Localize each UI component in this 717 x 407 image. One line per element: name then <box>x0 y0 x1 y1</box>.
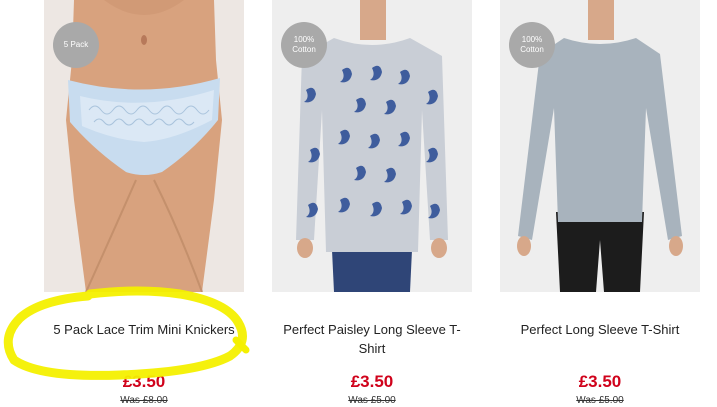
product-title[interactable]: Perfect Paisley Long Sleeve T-Shirt <box>272 320 472 358</box>
product-was-price: Was £5.00 <box>348 395 396 406</box>
cotton-badge: 100% Cotton <box>281 22 327 68</box>
product-image-paisley-tshirt[interactable]: 100% Cotton <box>272 0 472 292</box>
product-title[interactable]: 5 Pack Lace Trim Mini Knickers <box>44 320 244 339</box>
product-was-price: Was £8.00 <box>120 395 168 406</box>
product-price: £3.50 <box>122 372 166 391</box>
product-price: £3.50 <box>350 372 394 391</box>
product-image-knickers[interactable]: 5 Pack <box>44 0 244 292</box>
product-price: £3.50 <box>578 372 622 391</box>
product-image-grey-tshirt[interactable]: 100% Cotton <box>500 0 700 292</box>
product-was-price: Was £5.00 <box>576 395 624 406</box>
product-title[interactable]: Perfect Long Sleeve T-Shirt <box>500 320 700 339</box>
pack-badge: 5 Pack <box>53 22 99 68</box>
cotton-badge: 100% Cotton <box>509 22 555 68</box>
